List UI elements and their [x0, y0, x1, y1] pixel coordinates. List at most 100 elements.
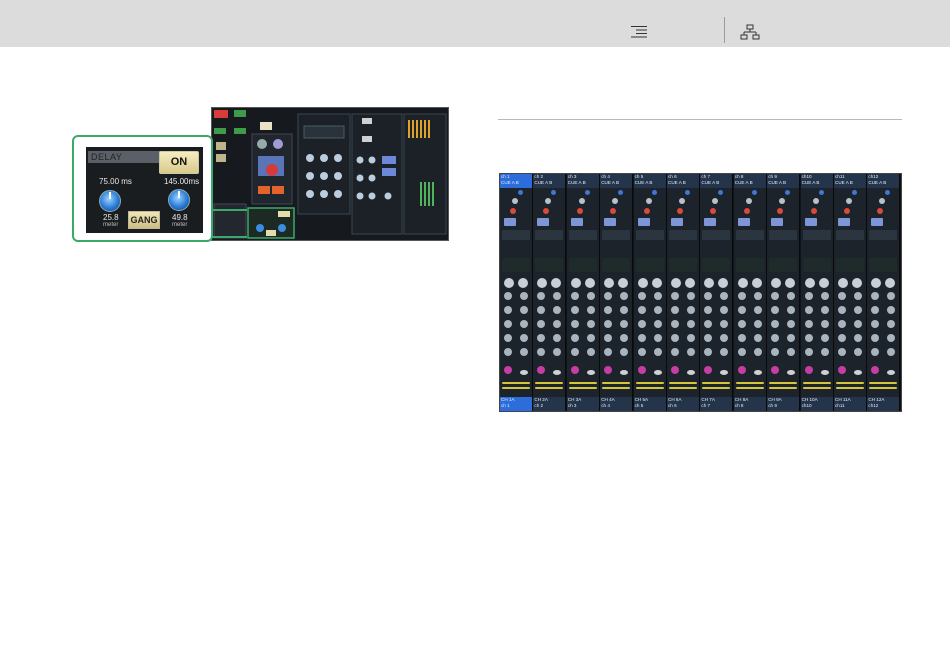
strip-control: [836, 382, 864, 384]
channel-strip-footer[interactable]: CH 11A ch11: [834, 397, 866, 411]
strip-control: [610, 208, 617, 214]
strip-control: [871, 334, 880, 342]
channel-strip[interactable]: ch10 CUE A B CH 10A ch10: [800, 174, 834, 411]
strip-control: [535, 230, 564, 240]
strip-control: [810, 208, 817, 214]
strip-control: [771, 320, 780, 328]
channel-strip-header[interactable]: ch 7 CUE A B: [700, 174, 733, 188]
channel-strip[interactable]: ch 8 CUE A B CH 8A ch 8: [733, 174, 767, 411]
strip-control: [620, 320, 629, 328]
strip-control: [753, 334, 762, 342]
strip-control: [584, 278, 595, 288]
channel-strip-header[interactable]: ch11 CUE A B: [834, 174, 866, 188]
strip-control: [502, 230, 530, 240]
channel-strip[interactable]: ch 3 CUE A B CH 3A ch 3: [566, 174, 600, 411]
gang-button[interactable]: GANG: [128, 211, 160, 229]
strip-control: [869, 230, 898, 240]
strip-control: [702, 230, 731, 240]
strip-control: [871, 292, 880, 300]
strip-control: [637, 334, 646, 342]
cue-label: CUE A B: [534, 180, 553, 185]
strip-control: [520, 292, 528, 300]
list-icon[interactable]: [630, 25, 648, 44]
strip-control: [635, 258, 664, 272]
channel-strip[interactable]: ch12 CUE A B CH 12A ch12: [867, 174, 901, 411]
strip-control: [802, 258, 831, 272]
strip-control: [871, 218, 884, 226]
strip-control: [604, 334, 613, 342]
channel-strip[interactable]: ch 6 CUE A B CH 6A ch 6: [667, 174, 700, 411]
channel-label: ch 6: [668, 403, 677, 408]
strip-control: [820, 306, 829, 314]
strip-control: [570, 320, 579, 328]
strip-control: [518, 278, 528, 288]
channel-label: ch 8: [734, 403, 744, 408]
strip-control: [671, 334, 679, 342]
channel-strip[interactable]: ch 4 CUE A B CH 4A ch 4: [600, 174, 634, 411]
channel-strip-header[interactable]: ch 5 CUE A B: [633, 174, 666, 188]
right-delay-distance: 49.8: [172, 213, 188, 222]
strip-control: [570, 306, 579, 314]
channel-strip-footer[interactable]: CH 6A ch 6: [667, 397, 699, 411]
channel-strip-footer[interactable]: CH 1A ch 1: [500, 397, 532, 411]
left-delay-distance: 25.8: [103, 213, 119, 222]
channel-strip-header[interactable]: ch 9 CUE A B: [767, 174, 800, 188]
channel-strip-footer[interactable]: CH 12A ch12: [867, 397, 900, 411]
channel-strip-header[interactable]: ch 4 CUE A B: [600, 174, 633, 188]
delay-callout: DELAY ON 75.00 ms 145.00ms 25.8 49.8 met…: [72, 135, 213, 242]
right-delay-knob[interactable]: [168, 189, 190, 211]
strip-control: [877, 208, 884, 214]
channel-strip-header[interactable]: ch10 CUE A B: [800, 174, 833, 188]
strip-control: [637, 306, 646, 314]
strip-control: [653, 320, 662, 328]
channel-strip-footer[interactable]: CH 7A ch 7: [700, 397, 733, 411]
channel-strip[interactable]: ch 5 CUE A B CH 5A ch 5: [633, 174, 667, 411]
strip-control: [785, 278, 796, 288]
strip-control: [769, 387, 798, 389]
strip-control: [787, 320, 796, 328]
channel-strip[interactable]: ch 9 CUE A B CH 9A ch 9: [767, 174, 801, 411]
strip-control: [869, 382, 898, 384]
strip-control: [653, 348, 662, 356]
channel-strip-header[interactable]: ch 6 CUE A B: [667, 174, 699, 188]
strip-control: [677, 208, 683, 214]
channel-strip[interactable]: ch 1 CUE A B CH 1A ch 1: [500, 174, 533, 411]
channel-strip-footer[interactable]: CH 3A ch 3: [566, 397, 599, 411]
strip-control: [737, 218, 750, 226]
cue-label: CUE A B: [567, 180, 586, 185]
strip-control: [879, 198, 886, 204]
channel-strip-footer[interactable]: CH 10A ch10: [800, 397, 833, 411]
sitemap-icon[interactable]: [740, 24, 760, 45]
channel-strip[interactable]: ch 2 CUE A B CH 2A ch 2: [533, 174, 567, 411]
strip-control: [802, 382, 831, 384]
strip-control: [586, 292, 595, 300]
channel-strip-header[interactable]: ch 2 CUE A B: [533, 174, 566, 188]
channel-strip[interactable]: ch11 CUE A B CH 11A ch11: [834, 174, 867, 411]
channel-strip-footer[interactable]: CH 4A ch 4: [600, 397, 633, 411]
strip-control: [671, 306, 679, 314]
channel-strip-header[interactable]: ch 1 CUE A B: [500, 174, 532, 188]
strip-control: [704, 218, 717, 226]
strip-control: [838, 306, 846, 314]
channel-strip-header[interactable]: ch 3 CUE A B: [566, 174, 599, 188]
channel-label: ch12: [868, 403, 879, 408]
strip-control: [653, 334, 662, 342]
strip-control: [737, 306, 746, 314]
channel-strip-footer[interactable]: CH 9A ch 9: [767, 397, 800, 411]
strip-control: [671, 320, 679, 328]
strip-control: [704, 306, 713, 314]
channel-strip-footer[interactable]: CH 8A ch 8: [733, 397, 766, 411]
strip-control: [537, 334, 546, 342]
strip-control: [620, 370, 629, 375]
channel-strip-footer[interactable]: CH 5A ch 5: [633, 397, 666, 411]
strip-control: [504, 320, 512, 328]
channel-strip-header[interactable]: ch 8 CUE A B: [733, 174, 766, 188]
strip-control: [753, 292, 762, 300]
channel-strip-header[interactable]: ch12 CUE A B: [867, 174, 900, 188]
delay-on-button[interactable]: ON: [159, 151, 199, 174]
channel-strip[interactable]: ch 7 CUE A B CH 7A ch 7: [700, 174, 734, 411]
strip-control: [537, 218, 550, 226]
channel-strip-footer[interactable]: CH 2A ch 2: [533, 397, 566, 411]
strip-control: [604, 320, 613, 328]
left-delay-knob[interactable]: [99, 190, 121, 212]
